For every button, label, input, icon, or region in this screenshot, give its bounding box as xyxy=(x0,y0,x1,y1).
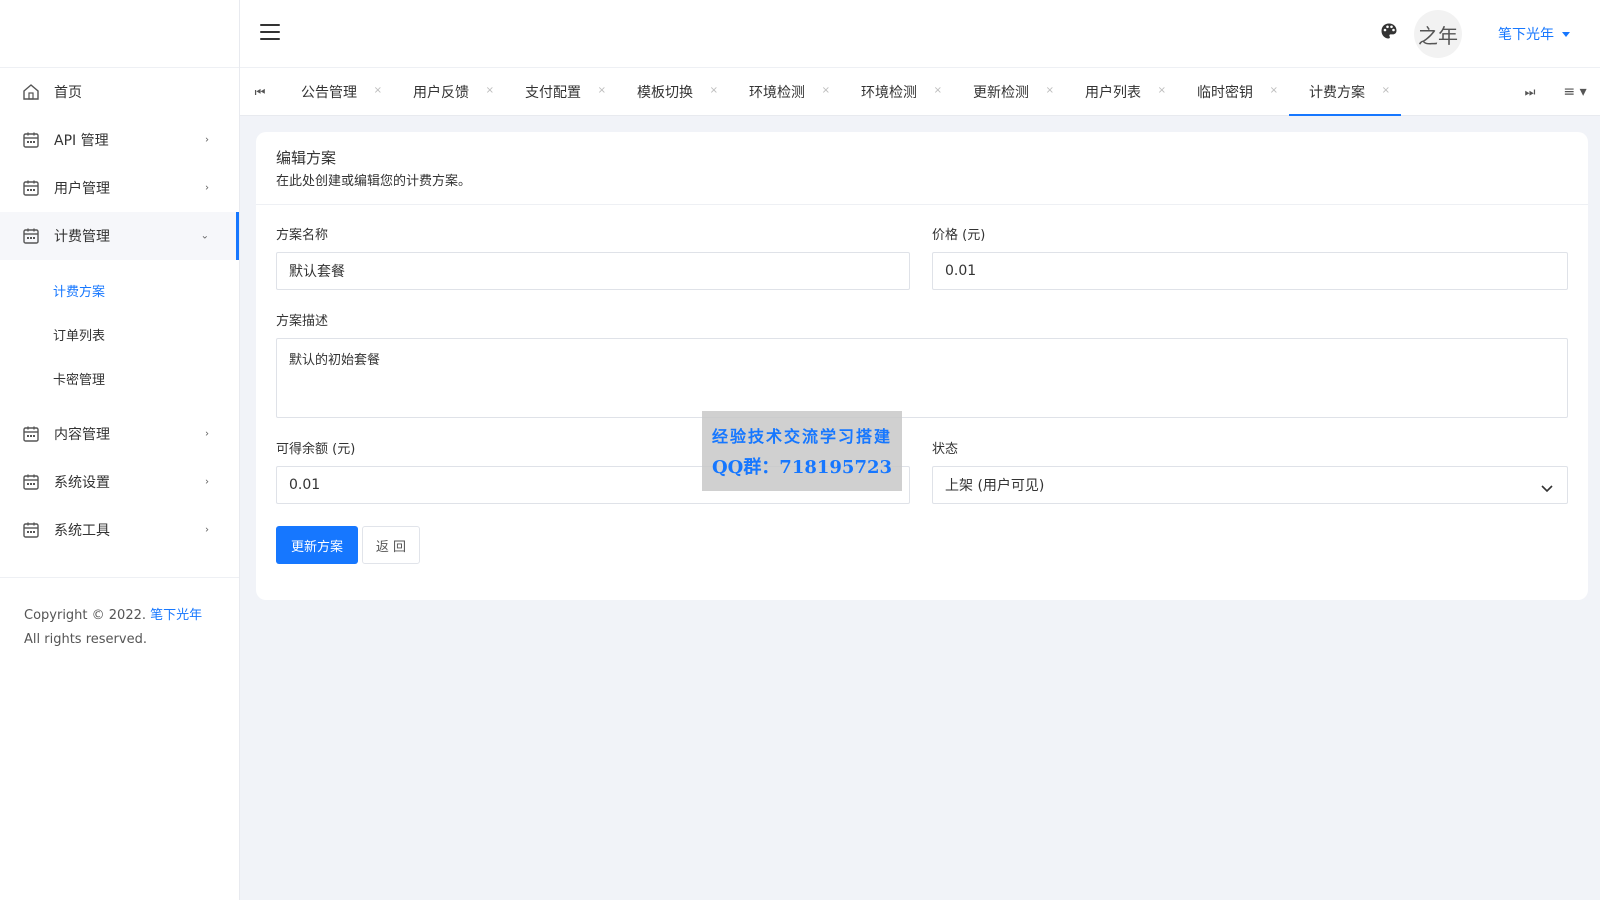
calendar-icon xyxy=(22,179,40,197)
close-icon[interactable]: × xyxy=(1382,85,1390,96)
sidebar-brand xyxy=(0,0,239,68)
plan-name-input[interactable]: 默认套餐 xyxy=(276,252,910,290)
tab-item-active[interactable]: 计费方案 × xyxy=(1289,68,1401,116)
tab-item[interactable]: 模板切换 × xyxy=(617,68,729,116)
card-header: 编辑方案 在此处创建或编辑您的计费方案。 xyxy=(256,132,1588,205)
tab-label: 环境检测 xyxy=(861,85,917,101)
page-subtitle: 在此处创建或编辑您的计费方案。 xyxy=(276,174,472,189)
balance-label: 可得余额 (元) xyxy=(276,442,356,457)
tabs-list: 公告管理 × 用户反馈 × 支付配置 × 模板切换 × 环境检测 × 环境检测 × 更新检测… xyxy=(281,68,1401,116)
watermark-line1: 经验技术交流学习搭建 xyxy=(711,427,892,446)
avatar[interactable]: 之年 xyxy=(1414,10,1462,58)
close-icon[interactable]: × xyxy=(934,85,942,96)
chevron-right-icon: › xyxy=(205,134,209,146)
sidebar: 首页 API 管理 › 用户管理 › 计费管理 ⌄ 计费方案 订单列表 卡密管理… xyxy=(0,0,240,900)
sidebar-item-billing[interactable]: 计费管理 ⌄ xyxy=(0,212,239,260)
chevron-right-icon: › xyxy=(205,182,209,194)
plan-desc-label: 方案描述 xyxy=(276,314,329,329)
sidebar-subitem-orders[interactable]: 订单列表 xyxy=(0,312,239,356)
chevron-down-icon: ⌄ xyxy=(200,230,209,242)
sidebar-item-label: 计费管理 xyxy=(54,229,110,245)
tab-item[interactable]: 更新检测 × xyxy=(953,68,1065,116)
calendar-icon xyxy=(22,425,40,443)
sidebar-item-label: 用户管理 xyxy=(54,181,110,197)
caret-down-icon xyxy=(1562,31,1570,37)
sidebar-item-label: 首页 xyxy=(54,85,82,101)
topbar: 之年 笔下光年 xyxy=(240,0,1600,68)
tab-label: 临时密钥 xyxy=(1197,85,1253,101)
chevron-down-icon xyxy=(1541,481,1553,493)
sidebar-item-users[interactable]: 用户管理 › xyxy=(0,164,239,212)
tab-label: 计费方案 xyxy=(1309,85,1365,101)
close-icon[interactable]: × xyxy=(710,85,718,96)
price-label: 价格 (元) xyxy=(932,228,986,243)
home-icon xyxy=(22,83,40,101)
tab-item[interactable]: 临时密钥 × xyxy=(1177,68,1289,116)
plan-desc-textarea[interactable]: 默认的初始套餐 xyxy=(276,338,1568,418)
tab-label: 支付配置 xyxy=(525,85,581,101)
tabs-bar: ⏮ 公告管理 × 用户反馈 × 支付配置 × 模板切换 × 环境检测 × 环境检测 × 更新… xyxy=(240,68,1600,116)
calendar-icon xyxy=(22,521,40,539)
close-icon[interactable]: × xyxy=(486,85,494,96)
tab-item[interactable]: 用户列表 × xyxy=(1065,68,1177,116)
billing-submenu: 计费方案 订单列表 卡密管理 xyxy=(0,260,239,410)
menu-toggle-icon[interactable] xyxy=(260,24,280,42)
sidebar-item-label: API 管理 xyxy=(54,133,109,149)
tab-item[interactable]: 支付配置 × xyxy=(505,68,617,116)
tabs-scroll-left-icon[interactable]: ⏮ xyxy=(240,68,280,116)
close-icon[interactable]: × xyxy=(1270,85,1278,96)
copyright-link[interactable]: 笔下光年 xyxy=(150,608,202,623)
price-input[interactable]: 0.01 xyxy=(932,252,1568,290)
tab-label: 模板切换 xyxy=(637,85,693,101)
tab-label: 用户列表 xyxy=(1085,85,1141,101)
close-icon[interactable]: × xyxy=(1158,85,1166,96)
user-name: 笔下光年 xyxy=(1498,27,1554,43)
tab-item[interactable]: 环境检测 × xyxy=(841,68,953,116)
sidebar-item-label: 内容管理 xyxy=(54,427,110,443)
tab-item[interactable]: 环境检测 × xyxy=(729,68,841,116)
user-menu[interactable]: 笔下光年 xyxy=(1498,24,1570,44)
tab-item[interactable]: 公告管理 × xyxy=(281,68,393,116)
tabs-scroll-right-icon[interactable]: ⏭ xyxy=(1510,68,1550,116)
copyright-prefix: Copyright © 2022. xyxy=(24,608,147,623)
sidebar-item-content[interactable]: 内容管理 › xyxy=(0,410,239,458)
sidebar-item-label: 系统设置 xyxy=(54,475,110,491)
tab-label: 用户反馈 xyxy=(413,85,469,101)
sidebar-item-settings[interactable]: 系统设置 › xyxy=(0,458,239,506)
sidebar-footer: Copyright © 2022. 笔下光年 All rights reserv… xyxy=(0,577,239,652)
tab-label: 环境检测 xyxy=(749,85,805,101)
chevron-right-icon: › xyxy=(205,524,209,536)
sidebar-item-api[interactable]: API 管理 › xyxy=(0,116,239,164)
sidebar-item-label: 系统工具 xyxy=(54,523,110,539)
status-select[interactable]: 上架 (用户可见) xyxy=(932,466,1568,504)
calendar-icon xyxy=(22,227,40,245)
status-selected-value: 上架 (用户可见) xyxy=(945,478,1045,494)
sidebar-subitem-card-keys[interactable]: 卡密管理 xyxy=(0,356,239,400)
close-icon[interactable]: × xyxy=(598,85,606,96)
back-button[interactable]: 返 回 xyxy=(362,526,420,564)
plan-name-label: 方案名称 xyxy=(276,228,329,243)
tab-item[interactable]: 用户反馈 × xyxy=(393,68,505,116)
tab-label: 更新检测 xyxy=(973,85,1029,101)
sidebar-item-tools[interactable]: 系统工具 › xyxy=(0,506,239,554)
close-icon[interactable]: × xyxy=(822,85,830,96)
sidebar-item-home[interactable]: 首页 xyxy=(0,68,239,116)
close-icon[interactable]: × xyxy=(374,85,382,96)
page-title: 编辑方案 xyxy=(276,149,337,167)
update-plan-button[interactable]: 更新方案 xyxy=(276,526,358,564)
chevron-right-icon: › xyxy=(205,476,209,488)
watermark-line2: QQ群：718195723 xyxy=(711,457,893,478)
status-label: 状态 xyxy=(932,442,959,457)
watermark: 经验技术交流学习搭建 QQ群：718195723 xyxy=(702,411,902,491)
chevron-right-icon: › xyxy=(205,428,209,440)
palette-icon[interactable] xyxy=(1380,22,1398,40)
tab-label: 公告管理 xyxy=(301,85,357,101)
copyright-suffix: All rights reserved. xyxy=(24,632,147,647)
close-icon[interactable]: × xyxy=(1046,85,1054,96)
calendar-icon xyxy=(22,131,40,149)
calendar-icon xyxy=(22,473,40,491)
edit-plan-card: 编辑方案 在此处创建或编辑您的计费方案。 方案名称 默认套餐 价格 (元) 0.… xyxy=(256,132,1588,600)
sidebar-subitem-billing-plans[interactable]: 计费方案 xyxy=(0,268,239,312)
tabs-menu-icon[interactable]: ≡ ▾ xyxy=(1550,68,1600,116)
